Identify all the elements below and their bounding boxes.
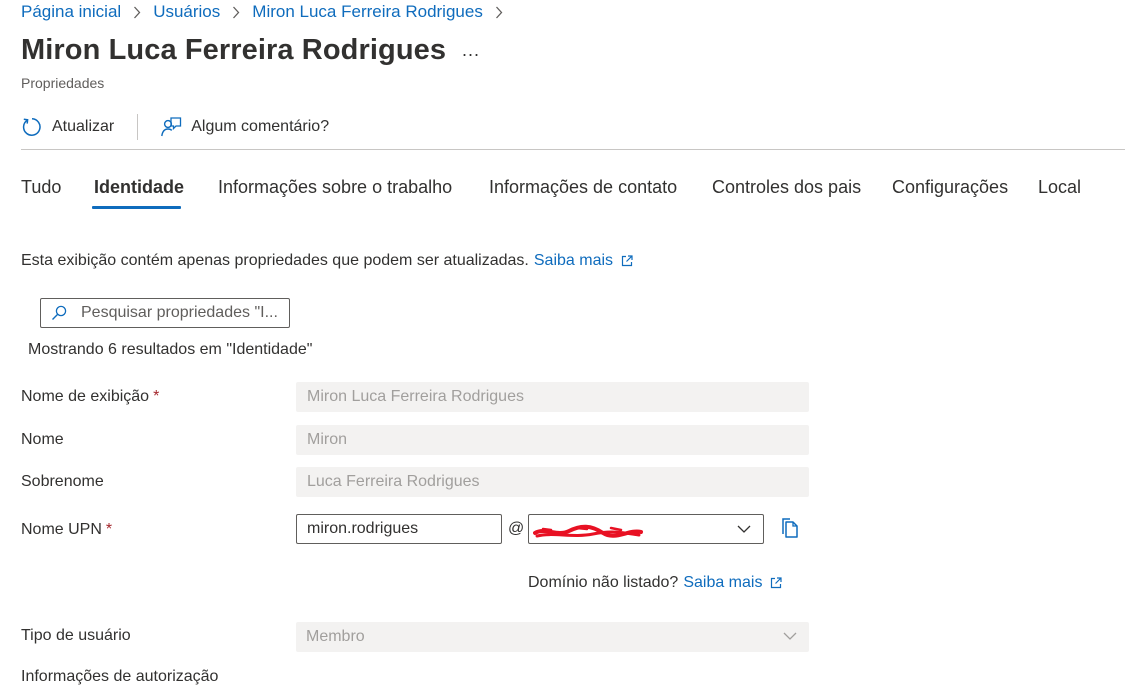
feedback-button[interactable]: Algum comentário?	[160, 110, 329, 144]
display-name-field[interactable]: Miron Luca Ferreira Rodrigues	[296, 382, 809, 412]
display-name-label-text: Nome de exibição	[21, 388, 150, 405]
tab-job-info[interactable]: Informações sobre o trabalho	[218, 171, 452, 209]
tab-identity[interactable]: Identidade	[94, 171, 184, 209]
at-sign: @	[508, 520, 525, 537]
page-subtitle: Propriedades	[21, 75, 105, 91]
refresh-label: Atualizar	[52, 118, 115, 135]
results-count: Mostrando 6 resultados em "Identidade"	[28, 341, 313, 358]
user-type-value: Membro	[306, 628, 365, 645]
info-text: Esta exibição contém apenas propriedades…	[21, 252, 529, 269]
first-name-label: Nome	[21, 431, 64, 448]
required-marker: *	[105, 521, 113, 538]
upn-username-input[interactable]: miron.rodrigues	[296, 514, 502, 544]
more-options-button[interactable]: ...	[462, 40, 480, 61]
page-title: Miron Luca Ferreira Rodrigues	[21, 34, 447, 66]
first-name-field[interactable]: Miron	[296, 425, 809, 455]
breadcrumb-users-link[interactable]: Usuários	[153, 2, 220, 22]
chevron-down-icon	[737, 525, 751, 533]
domain-learn-more-link[interactable]: Saiba mais	[683, 574, 783, 592]
chevron-right-icon	[133, 6, 141, 19]
toolbar-separator	[21, 149, 1125, 150]
search-input[interactable]	[81, 304, 281, 322]
search-box[interactable]	[40, 298, 290, 328]
domain-dropdown[interactable]	[528, 514, 764, 544]
chevron-right-icon	[495, 6, 503, 19]
breadcrumb-user-link[interactable]: Miron Luca Ferreira Rodrigues	[252, 2, 483, 22]
refresh-icon	[22, 118, 41, 136]
last-name-field[interactable]: Luca Ferreira Rodrigues	[296, 467, 809, 497]
external-link-icon	[621, 255, 633, 267]
user-type-dropdown[interactable]: Membro	[296, 622, 809, 652]
authorization-info-label: Informações de autorização	[21, 668, 219, 685]
chevron-down-icon	[783, 632, 797, 640]
tab-location[interactable]: Local	[1038, 171, 1081, 209]
toolbar-divider	[137, 114, 139, 140]
user-type-label: Tipo de usuário	[21, 627, 131, 644]
external-link-icon	[771, 577, 783, 589]
display-name-label: Nome de exibição *	[21, 388, 159, 406]
tab-settings[interactable]: Configurações	[892, 171, 1008, 209]
copy-icon[interactable]	[780, 518, 798, 538]
breadcrumb-home-link[interactable]: Página inicial	[21, 2, 121, 22]
tab-parental-controls[interactable]: Controles dos pais	[712, 171, 861, 209]
refresh-button[interactable]: Atualizar	[21, 110, 114, 144]
last-name-label: Sobrenome	[21, 473, 104, 490]
info-message: Esta exibição contém apenas propriedades…	[21, 252, 633, 270]
required-marker: *	[153, 388, 160, 405]
domain-note-text: Domínio não listado?	[528, 574, 679, 591]
learn-more-label: Saiba mais	[533, 252, 614, 269]
domain-learn-more-label: Saiba mais	[683, 574, 763, 591]
search-icon	[52, 305, 67, 320]
upn-label-text: Nome UPN	[21, 521, 102, 538]
breadcrumb: Página inicial Usuários Miron Luca Ferre…	[21, 2, 515, 22]
upn-label: Nome UPN *	[21, 521, 112, 539]
learn-more-link[interactable]: Saiba mais	[534, 252, 633, 270]
command-bar: Atualizar Algum comentário?	[21, 110, 329, 144]
tab-all[interactable]: Tudo	[21, 171, 61, 209]
feedback-icon	[161, 117, 182, 137]
redaction-scribble	[533, 524, 643, 538]
domain-not-listed: Domínio não listado? Saiba mais	[528, 574, 783, 592]
active-tab-indicator	[92, 206, 181, 209]
tab-contact-info[interactable]: Informações de contato	[489, 171, 677, 209]
chevron-right-icon	[232, 6, 240, 19]
feedback-label: Algum comentário?	[191, 118, 330, 135]
